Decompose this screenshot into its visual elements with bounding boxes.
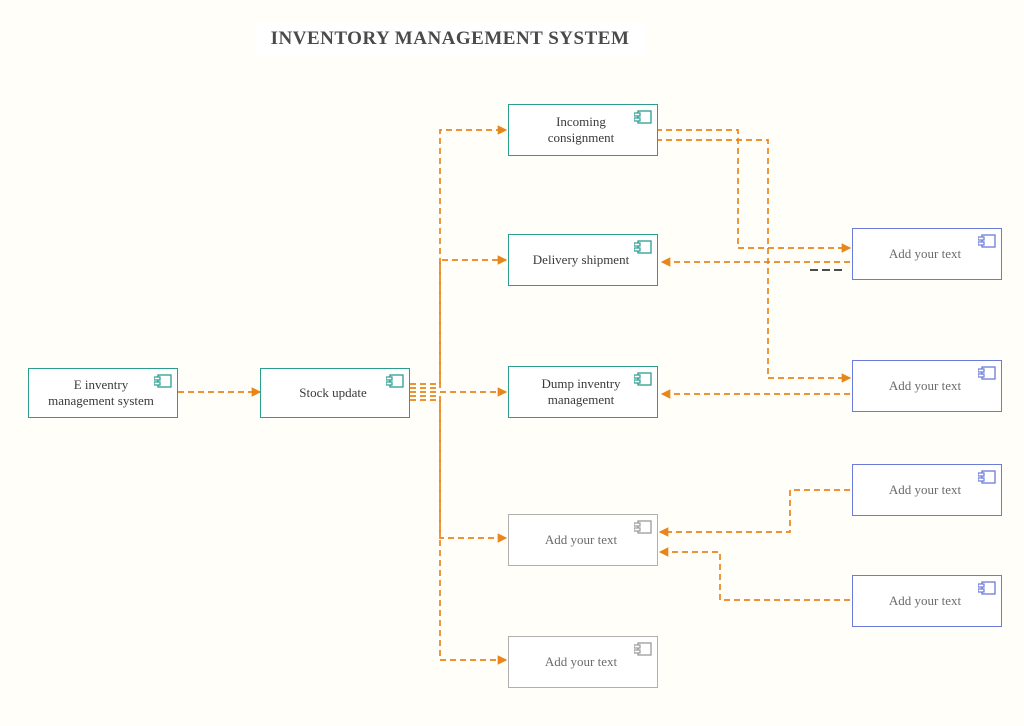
component-label: Add your text <box>545 532 617 548</box>
component-label: Delivery shipment <box>533 252 629 268</box>
component-icon <box>634 520 652 534</box>
component-icon <box>978 366 996 380</box>
component-icon <box>634 110 652 124</box>
component-placeholder-c3b[interactable]: Add your text <box>508 636 658 688</box>
component-placeholder-r3[interactable]: Add your text <box>852 464 1002 516</box>
component-icon <box>634 372 652 386</box>
component-placeholder-c3a[interactable]: Add your text <box>508 514 658 566</box>
component-icon <box>978 234 996 248</box>
component-label: Incoming consignment <box>526 114 635 147</box>
component-icon <box>978 581 996 595</box>
component-e-inventory-mgmt[interactable]: E inventry management system <box>28 368 178 418</box>
component-label: Add your text <box>889 246 961 262</box>
component-label: Add your text <box>889 593 961 609</box>
component-stock-update[interactable]: Stock update <box>260 368 410 418</box>
component-label: Add your text <box>545 654 617 670</box>
component-icon <box>634 642 652 656</box>
component-placeholder-r2[interactable]: Add your text <box>852 360 1002 412</box>
component-icon <box>386 374 404 388</box>
component-delivery-shipment[interactable]: Delivery shipment <box>508 234 658 286</box>
component-label: Stock update <box>299 385 367 401</box>
component-placeholder-r1[interactable]: Add your text <box>852 228 1002 280</box>
component-label: E inventry management system <box>46 377 155 410</box>
component-placeholder-r4[interactable]: Add your text <box>852 575 1002 627</box>
component-icon <box>978 470 996 484</box>
diagram-title: INVENTORY MANAGEMENT SYSTEM <box>255 22 645 56</box>
component-icon <box>634 240 652 254</box>
component-label: Add your text <box>889 378 961 394</box>
component-label: Dump inventry management <box>526 376 635 409</box>
component-incoming-consignment[interactable]: Incoming consignment <box>508 104 658 156</box>
component-icon <box>154 374 172 388</box>
component-label: Add your text <box>889 482 961 498</box>
component-dump-inventory-mgmt[interactable]: Dump inventry management <box>508 366 658 418</box>
